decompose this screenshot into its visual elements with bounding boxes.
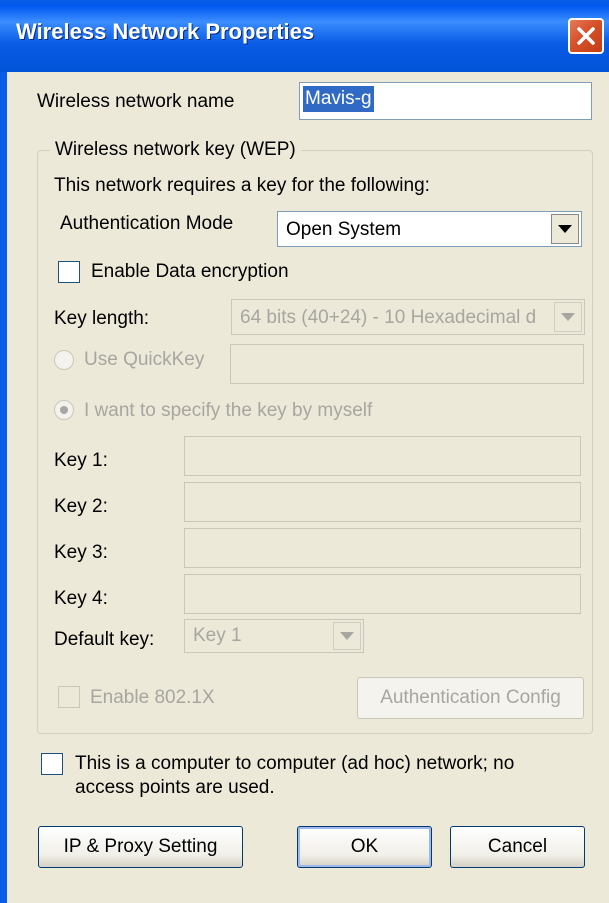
key-2-input[interactable] [184,482,581,522]
network-name-label: Wireless network name [37,91,235,112]
enable-encryption-checkbox[interactable] [58,261,80,283]
quickkey-input[interactable] [230,344,584,384]
key-2-label: Key 2: [54,496,108,517]
close-button[interactable] [568,18,604,54]
window-title: Wireless Network Properties [16,19,315,44]
dialog-window: Wireless Network Properties Wireless net… [0,0,609,903]
auth-mode-value: Open System [286,219,402,240]
enable-8021x-checkbox[interactable] [58,686,80,708]
wep-group-title: Wireless network key (WEP) [50,138,301,162]
chevron-down-icon[interactable] [554,302,582,332]
auth-mode-label: Authentication Mode [60,213,234,234]
key-3-input[interactable] [184,528,581,568]
key-length-select[interactable]: 64 bits (40+24) - 10 Hexadecimal d [231,299,585,335]
ok-button[interactable]: OK [297,826,432,868]
default-key-select[interactable]: Key 1 [184,619,364,653]
default-key-value: Key 1 [193,625,242,646]
specify-key-label: I want to specify the key by myself [84,400,373,421]
key-4-label: Key 4: [54,588,108,609]
requires-key-text: This network requires a key for the foll… [54,175,430,196]
enable-encryption-label: Enable Data encryption [91,261,289,282]
key-1-label: Key 1: [54,450,108,471]
adhoc-checkbox[interactable] [41,753,63,775]
key-length-label: Key length: [54,308,150,329]
network-name-input[interactable]: Mavis-g [299,82,592,120]
use-quickkey-label: Use QuickKey [84,349,205,370]
specify-key-radio[interactable] [54,400,74,420]
auth-mode-select[interactable]: Open System [277,211,582,247]
key-3-label: Key 3: [54,542,108,563]
ip-proxy-setting-button[interactable]: IP & Proxy Setting [38,826,243,868]
adhoc-label-line1: This is a computer to computer (ad hoc) … [75,753,515,774]
window-left-border [0,72,7,903]
key-4-input[interactable] [184,574,581,614]
use-quickkey-radio[interactable] [54,350,74,370]
key-length-value: 64 bits (40+24) - 10 Hexadecimal d [240,307,537,328]
chevron-down-icon[interactable] [551,214,579,244]
title-bar[interactable]: Wireless Network Properties [0,0,609,72]
close-icon [577,27,595,45]
authentication-config-button[interactable]: Authentication Config [357,677,584,719]
cancel-button[interactable]: Cancel [450,826,585,868]
chevron-down-icon[interactable] [333,622,361,650]
enable-8021x-label: Enable 802.1X [90,687,215,708]
network-name-value: Mavis-g [303,86,374,112]
default-key-label: Default key: [54,629,155,650]
key-1-input[interactable] [184,436,581,476]
adhoc-label-line2: access points are used. [75,777,275,798]
